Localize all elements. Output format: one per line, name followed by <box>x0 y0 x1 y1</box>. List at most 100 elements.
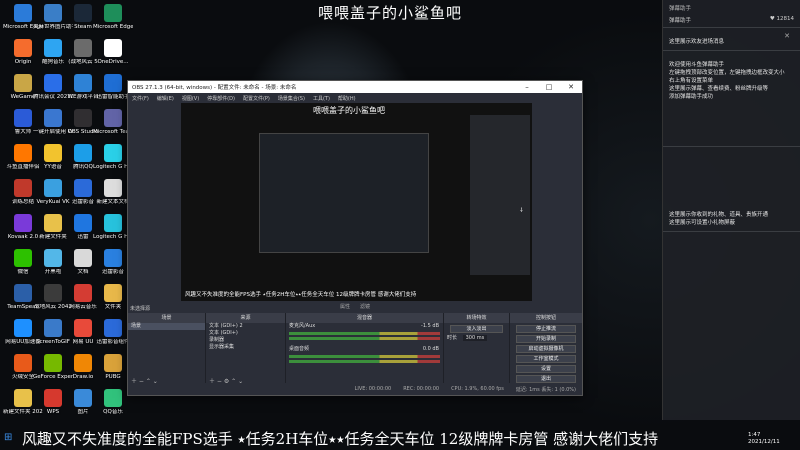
virtual-camera-button[interactable]: 启动虚拟摄像机 <box>516 345 576 353</box>
bottom-ticker: 风趣又不失准度的全能FPS选手 ⭑任务2H车位⭑⭑任务全天车位 12级牌牌卡房管… <box>22 430 659 448</box>
desktop-icons: Microsoft Edge 夹麻世界图片助手 Steam Microsoft Edg… <box>0 0 133 420</box>
chat-line: 右上角有设置菜单 <box>669 78 714 84</box>
menu-help[interactable]: 帮助(H) <box>338 95 356 102</box>
app-icon <box>44 389 62 407</box>
app-icon <box>44 4 62 22</box>
source-item[interactable]: 文本 (GDI+) 2 <box>206 323 285 330</box>
app-icon <box>14 284 32 302</box>
app-icon <box>74 389 92 407</box>
stop-streaming-button[interactable]: 停止推流 <box>516 325 576 333</box>
obs-preview[interactable]: 喂喂盖子的小鲨鱼吧 风趣又不失准度的全能FPS选手 ⭑任务2H车位⭑⭑任务全天车… <box>181 103 532 301</box>
app-icon <box>14 214 32 232</box>
mixer-level: -1.5 dB <box>421 323 439 329</box>
menu-edit[interactable]: 编辑(E) <box>157 95 174 102</box>
source-toolbar: 属性 滤镜 <box>128 303 582 313</box>
app-icon <box>74 214 92 232</box>
filters-button[interactable]: 滤镜 <box>360 303 370 313</box>
obs-titlebar[interactable]: OBS 27.1.3 (64-bit, windows) - 配置文件: 未命名… <box>128 81 582 93</box>
duration-input[interactable]: 300 ms <box>462 335 488 341</box>
preview-nested-obs <box>259 133 429 253</box>
chat-assistant-panel: 弹幕助手 弹幕助手 ♥ 12814 ✕ 这里展示欢友进场消息 欢迎使用斗鱼弹幕助… <box>662 0 800 420</box>
app-icon <box>104 109 122 127</box>
app-icon <box>44 109 62 127</box>
chat-line: 欢迎使用斗鱼弹幕助手 <box>669 62 725 68</box>
chat-line: 这里展示你收到的礼物、道具、贵族开通 <box>669 212 769 218</box>
source-item[interactable]: 录制器 <box>206 337 285 344</box>
status-cpu: CPU: 1.9%, 60.00 fps <box>451 386 504 392</box>
app-icon <box>74 144 92 162</box>
menu-tools[interactable]: 工具(T) <box>313 95 330 102</box>
app-icon <box>74 74 92 92</box>
chat-line: 添加弹幕助手成功 <box>669 94 714 100</box>
menu-view[interactable]: 视图(V) <box>182 95 199 102</box>
scenes-header: 场景 <box>128 313 205 323</box>
clock-date: 2021/12/11 <box>748 439 780 445</box>
app-icon <box>104 354 122 372</box>
app-icon <box>14 389 32 407</box>
duration-label: 时长 <box>447 335 458 341</box>
transition-select[interactable]: 淡入淡出 <box>450 325 503 333</box>
app-icon <box>104 4 122 22</box>
obs-title: OBS 27.1.3 (64-bit, windows) - 配置文件: 未命名… <box>132 85 297 91</box>
status-live: LIVE: 00:00:00 <box>354 386 392 392</box>
source-item[interactable]: 显示器采集 <box>206 344 285 351</box>
preview-chat-panel <box>470 115 530 275</box>
app-icon <box>74 179 92 197</box>
chat-line: 左键拖拽顶部改变位置，左键拖拽边框改变大小 <box>669 70 785 76</box>
obs-menubar: 文件(F) 编辑(E) 视图(V) 停靠部件(D) 配置文件(P) 场景集合(S… <box>128 93 582 103</box>
app-icon <box>14 249 32 267</box>
minimize-icon[interactable]: – <box>516 83 538 91</box>
app-icon <box>14 74 32 92</box>
menu-profile[interactable]: 配置文件(P) <box>243 95 270 102</box>
obs-window[interactable]: OBS 27.1.3 (64-bit, windows) - 配置文件: 未命名… <box>127 80 583 396</box>
desktop-icon-label: OneDrive... <box>97 59 129 65</box>
maximize-icon[interactable]: □ <box>538 83 560 91</box>
app-icon <box>44 284 62 302</box>
close-icon[interactable]: ✕ <box>560 83 582 91</box>
app-icon <box>44 39 62 57</box>
panel-title: 这里展示欢友进场消息 <box>669 39 725 45</box>
desktop-icon-label: QQ音乐 <box>103 409 123 415</box>
close-icon[interactable]: ✕ <box>784 32 790 40</box>
chat-tab-assistant[interactable]: 弹幕助手 <box>669 16 691 25</box>
menu-docks[interactable]: 停靠部件(D) <box>207 95 235 102</box>
studio-mode-button[interactable]: 工作室模式 <box>516 355 576 363</box>
chat-panel-gifts: 这里展示你收到的礼物、道具、贵族开通 这里展示可设置小礼物屏蔽 <box>663 207 800 232</box>
start-recording-button[interactable]: 开始录制 <box>516 335 576 343</box>
app-icon <box>44 214 62 232</box>
app-icon <box>44 354 62 372</box>
scene-item[interactable]: 场景 <box>128 323 205 330</box>
chat-line: 这里展示可设置小礼物屏蔽 <box>669 220 736 226</box>
chat-tab-likes[interactable]: ♥ 12814 <box>770 16 794 25</box>
transitions-dock: 转场特效 淡入淡出 时长 300 ms <box>444 313 510 385</box>
chat-line: 这里展示弹幕、查看续费、粉丝牌升级等 <box>669 86 769 92</box>
app-icon <box>14 319 32 337</box>
volume-meter <box>289 337 440 340</box>
windows-start-icon[interactable]: ⊞ <box>4 432 12 443</box>
source-item[interactable]: 文本 (GDI+) <box>206 330 285 337</box>
sources-dock: 来源 文本 (GDI+) 2 文本 (GDI+) 录制器 显示器采集 ＋ − ⚙… <box>206 313 286 385</box>
menu-file[interactable]: 文件(F) <box>132 95 149 102</box>
menu-scene-collection[interactable]: 场景集合(S) <box>278 95 305 102</box>
app-icon <box>104 179 122 197</box>
scenes-dock: 场景 场景 ＋ − ⌃ ⌄ <box>128 313 206 385</box>
app-icon <box>74 4 92 22</box>
mouse-cursor: ⸸ <box>520 207 523 214</box>
clock-time: 1:47 <box>748 432 761 438</box>
app-icon <box>44 319 62 337</box>
app-icon <box>14 144 32 162</box>
chat-panel-messages: 欢迎使用斗鱼弹幕助手 左键拖拽顶部改变位置，左键拖拽边框改变大小 右上角有设置菜… <box>663 57 800 147</box>
app-icon <box>44 144 62 162</box>
properties-button[interactable]: 属性 <box>340 303 350 313</box>
controls-header: 控制按钮 <box>510 313 582 323</box>
mixer-header: 混音器 <box>286 313 443 323</box>
app-icon <box>74 249 92 267</box>
chat-tabs: 弹幕助手 ♥ 12814 <box>663 14 800 28</box>
exit-button[interactable]: 退出 <box>516 375 576 383</box>
chat-header: 弹幕助手 <box>669 6 692 12</box>
app-icon <box>14 39 32 57</box>
settings-button[interactable]: 设置 <box>516 365 576 373</box>
app-icon <box>74 319 92 337</box>
app-icon <box>14 354 32 372</box>
app-icon <box>104 39 122 57</box>
